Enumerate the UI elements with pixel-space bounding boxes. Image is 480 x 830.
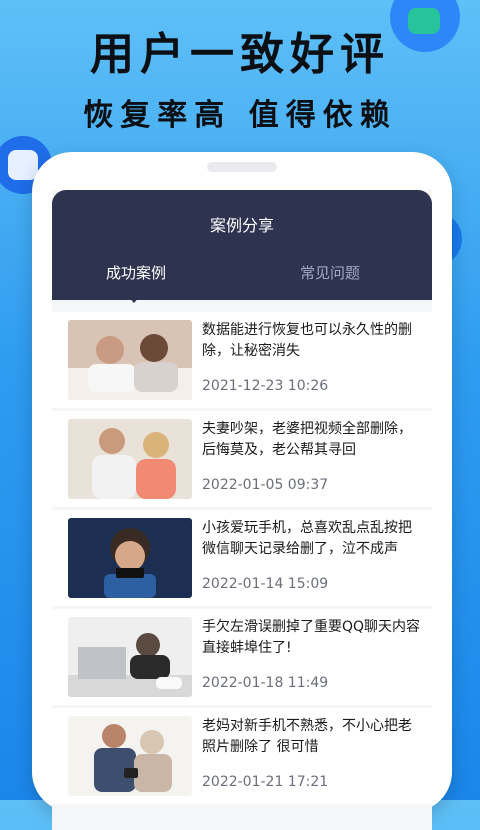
tab-faq[interactable]: 常见问题 xyxy=(300,262,360,283)
phone-speaker xyxy=(207,162,277,172)
phone-screen: 案例分享 成功案例 常见问题 数据能进行恢复也可以永久性的删除，让秘密消失 20… xyxy=(52,190,432,830)
case-list: 数据能进行恢复也可以永久性的删除，让秘密消失 2021-12-23 10:26 … xyxy=(52,312,432,807)
app-header: 案例分享 成功案例 常见问题 xyxy=(52,190,432,300)
phone-mockup: 案例分享 成功案例 常见问题 数据能进行恢复也可以永久性的删除，让秘密消失 20… xyxy=(32,152,452,830)
case-date: 2022-01-21 17:21 xyxy=(202,774,329,790)
couple-arguing-photo xyxy=(68,419,192,499)
case-title: 手欠左滑误删掉了重要QQ聊天内容 直接蚌埠住了! xyxy=(202,619,421,656)
case-title: 数据能进行恢复也可以永久性的删除，让秘密消失 xyxy=(202,322,412,359)
case-item[interactable]: 老妈对新手机不熟悉，不小心把老照片删除了 很可惜 2022-01-21 17:2… xyxy=(52,708,432,804)
case-title: 老妈对新手机不熟悉，不小心把老照片删除了 很可惜 xyxy=(202,718,412,755)
tab-success-cases[interactable]: 成功案例 xyxy=(106,262,166,283)
app-title: 案例分享 xyxy=(209,216,274,235)
headline-subtitle: 恢复率高 值得依赖 xyxy=(83,98,397,133)
case-title: 夫妻吵架，老婆把视频全部删除，后悔莫及，老公帮其寻回 xyxy=(202,421,412,458)
case-item[interactable]: 手欠左滑误删掉了重要QQ聊天内容 直接蚌埠住了! 2022-01-18 11:4… xyxy=(52,609,432,705)
case-item[interactable]: 数据能进行恢复也可以永久性的删除，让秘密消失 2021-12-23 10:26 xyxy=(52,312,432,408)
case-date: 2021-12-23 10:26 xyxy=(202,378,329,394)
case-date: 2022-01-18 11:49 xyxy=(202,675,329,691)
active-tab-indicator xyxy=(127,295,141,303)
boy-playing-phone-photo xyxy=(68,518,192,598)
case-title: 小孩爱玩手机，总喜欢乱点乱按把微信聊天记录给删了，泣不成声 xyxy=(202,520,412,557)
case-item[interactable]: 小孩爱玩手机，总喜欢乱点乱按把微信聊天记录给删了，泣不成声 2022-01-14… xyxy=(52,510,432,606)
son-and-mother-photo xyxy=(68,716,192,796)
stressed-man-laptop-photo xyxy=(68,617,192,697)
case-date: 2022-01-14 15:09 xyxy=(202,576,329,592)
case-item[interactable]: 夫妻吵架，老婆把视频全部删除，后悔莫及，老公帮其寻回 2022-01-05 09… xyxy=(52,411,432,507)
case-date: 2022-01-05 09:37 xyxy=(202,477,329,493)
couple-in-bed-photo xyxy=(68,320,192,400)
tab-bar: 成功案例 常见问题 xyxy=(52,262,432,286)
